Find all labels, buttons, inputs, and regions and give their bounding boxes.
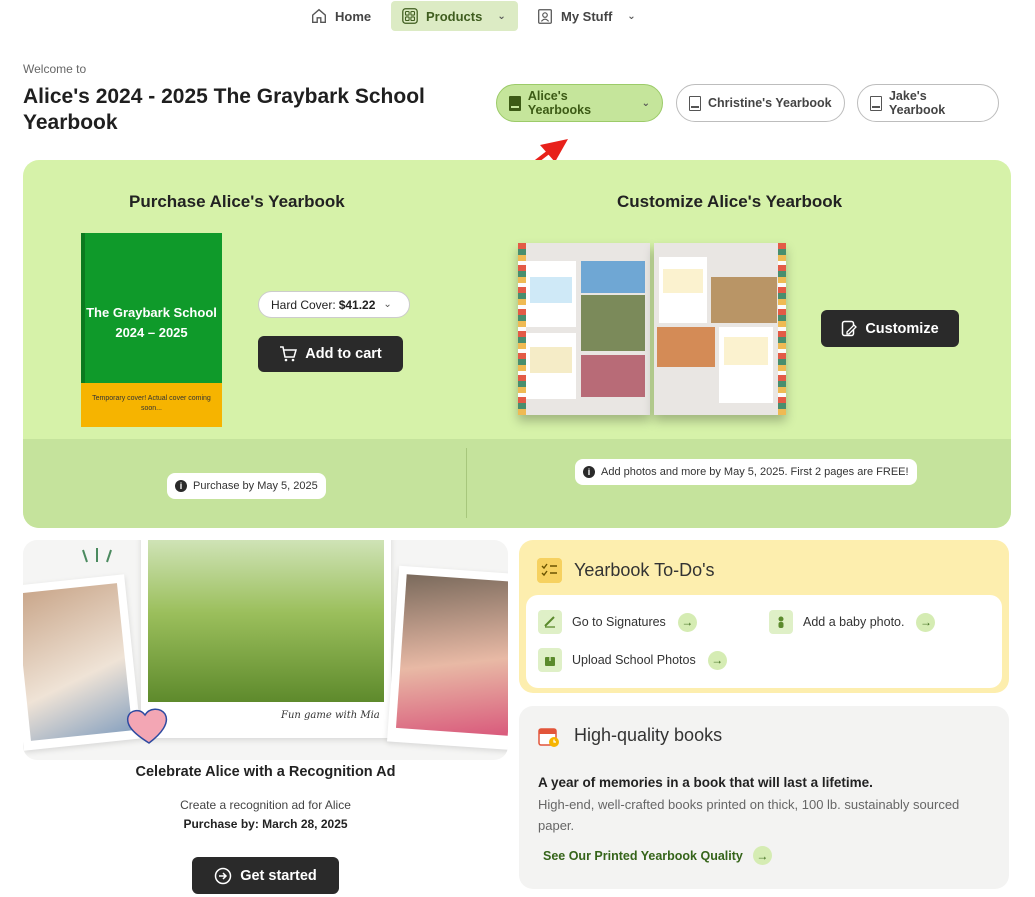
yearbook-cover: The Graybark School 2024 – 2025 Temporar… — [81, 233, 222, 427]
photo — [581, 295, 645, 351]
cover-footer: Temporary cover! Actual cover coming soo… — [81, 383, 222, 427]
upload-icon — [538, 648, 562, 672]
todo-label: Upload School Photos — [572, 653, 696, 667]
todo-card: Yearbook To-Do's Go to Signatures → Add … — [519, 540, 1009, 693]
nav-home-label: Home — [335, 8, 372, 24]
top-nav: Home Products ⌄ My Stuff ⌄ — [0, 0, 1035, 32]
nav-my-stuff[interactable]: My Stuff ⌄ — [526, 1, 646, 31]
divider — [466, 448, 467, 518]
photo-center: Fun game with Mia — [141, 540, 391, 738]
page-title: Alice's 2024 - 2025 The Graybark School … — [23, 85, 425, 134]
quality-description: High-end, well-crafted books printed on … — [538, 797, 960, 833]
grid-icon — [402, 8, 418, 24]
arrow-right-icon: → — [752, 846, 772, 865]
photo — [711, 277, 777, 323]
arrow-circle-icon — [214, 867, 232, 884]
cover-type-select[interactable]: Hard Cover: $41.22 ⌄ — [258, 291, 410, 318]
yearbook-spread-preview — [518, 243, 786, 418]
edit-page-icon — [842, 320, 858, 337]
arrow-right-icon[interactable]: → — [916, 612, 936, 632]
customize-label: Customize — [865, 320, 939, 337]
calendar-clock-icon — [538, 728, 559, 747]
alice-yearbooks-dropdown[interactable]: Alice's Yearbooks ⌄ — [496, 84, 663, 122]
quality-link[interactable]: See Our Printed Yearbook Quality → — [543, 846, 772, 865]
todo-label: Add a baby photo. — [803, 615, 905, 629]
christine-yearbook-button[interactable]: Christine's Yearbook — [676, 84, 845, 122]
purchase-deadline-text: Purchase by May 5, 2025 — [193, 480, 318, 492]
add-to-cart-button[interactable]: Add to cart — [258, 336, 403, 372]
photo — [581, 261, 645, 293]
christine-yearbook-label: Christine's Yearbook — [708, 96, 832, 110]
customize-button[interactable]: Customize — [821, 310, 959, 347]
signature-icon — [538, 610, 562, 634]
quality-heading: High-quality books — [574, 725, 723, 745]
nav-home[interactable]: Home — [300, 1, 381, 31]
info-icon: i — [583, 466, 595, 478]
purchase-deadline-note: i Purchase by May 5, 2025 — [167, 473, 326, 499]
recognition-ad-deadline: Purchase by: March 28, 2025 — [183, 817, 348, 831]
customize-heading: Customize Alice's Yearbook — [617, 192, 843, 211]
right-page — [654, 243, 786, 415]
alice-yearbooks-label: Alice's Yearbooks — [527, 89, 592, 117]
quality-card: High-quality books A year of memories in… — [519, 706, 1009, 889]
photo — [581, 355, 645, 397]
cover-note: Temporary cover! Actual cover coming soo… — [92, 395, 211, 412]
photo-card — [526, 261, 576, 327]
nav-products-label: Products — [426, 8, 483, 24]
photo-card — [659, 257, 707, 323]
welcome-text: Welcome to — [23, 62, 87, 76]
baby-icon — [769, 610, 793, 634]
checklist-icon — [537, 558, 562, 583]
page-pattern — [778, 243, 786, 415]
cover-type-label: Hard Cover: — [271, 297, 336, 312]
recognition-ad-title: Celebrate Alice with a Recognition Ad — [135, 764, 396, 780]
book-icon — [689, 95, 701, 111]
info-icon: i — [175, 480, 187, 492]
home-icon — [312, 8, 326, 23]
photo-card — [526, 333, 576, 399]
arrow-right-icon[interactable]: → — [677, 612, 697, 632]
get-started-label: Get started — [240, 867, 317, 884]
sparkle-icon — [82, 548, 112, 563]
quality-tagline: A year of memories in a book that will l… — [538, 775, 873, 790]
nav-products[interactable]: Products ⌄ — [391, 1, 518, 31]
left-page — [518, 243, 650, 415]
nav-my-stuff-label: My Stuff — [561, 8, 613, 24]
book-icon — [870, 95, 882, 111]
price: $41.22 — [338, 297, 376, 312]
todo-list: Go to Signatures → Add a baby photo. → U… — [526, 595, 1002, 688]
todo-heading: Yearbook To-Do's — [574, 560, 715, 580]
todo-item[interactable]: Add a baby photo. → — [769, 610, 936, 634]
cart-icon — [280, 346, 298, 362]
todo-item[interactable]: Go to Signatures → — [538, 610, 697, 634]
quality-link-label: See Our Printed Yearbook Quality — [543, 848, 743, 863]
profile-card-icon — [538, 9, 552, 24]
photo-right — [387, 565, 508, 751]
chevron-down-icon: ⌄ — [497, 10, 506, 22]
jake-yearbook-label: Jake's Yearbook — [888, 89, 946, 117]
customize-deadline-note: i Add photos and more by May 5, 2025. Fi… — [575, 459, 917, 485]
arrow-right-icon[interactable]: → — [707, 650, 727, 670]
add-to-cart-label: Add to cart — [305, 346, 382, 362]
chevron-down-icon: ⌄ — [641, 97, 650, 109]
get-started-button[interactable]: Get started — [192, 857, 339, 894]
jake-yearbook-button[interactable]: Jake's Yearbook — [857, 84, 999, 122]
todo-item[interactable]: Upload School Photos → — [538, 648, 727, 672]
yearbook-panel: Purchase Alice's Yearbook Customize Alic… — [23, 160, 1011, 528]
photo-card — [719, 327, 773, 403]
recognition-ad-subtitle: Create a recognition ad for Alice — [180, 798, 351, 812]
chevron-down-icon: ⌄ — [627, 10, 636, 22]
book-icon — [509, 95, 521, 111]
customize-deadline-text: Add photos and more by May 5, 2025. Firs… — [601, 466, 909, 478]
chevron-down-icon: ⌄ — [383, 299, 392, 310]
page-pattern — [518, 243, 526, 415]
cover-title: The Graybark School 2024 – 2025 — [86, 305, 217, 340]
photo — [657, 327, 715, 367]
purchase-heading: Purchase Alice's Yearbook — [129, 192, 345, 211]
recognition-ad-card: Fun game with Mia — [23, 540, 508, 760]
heart-icon — [126, 708, 168, 744]
todo-label: Go to Signatures — [572, 615, 666, 629]
photo-caption: Fun game with Mia — [281, 710, 380, 721]
